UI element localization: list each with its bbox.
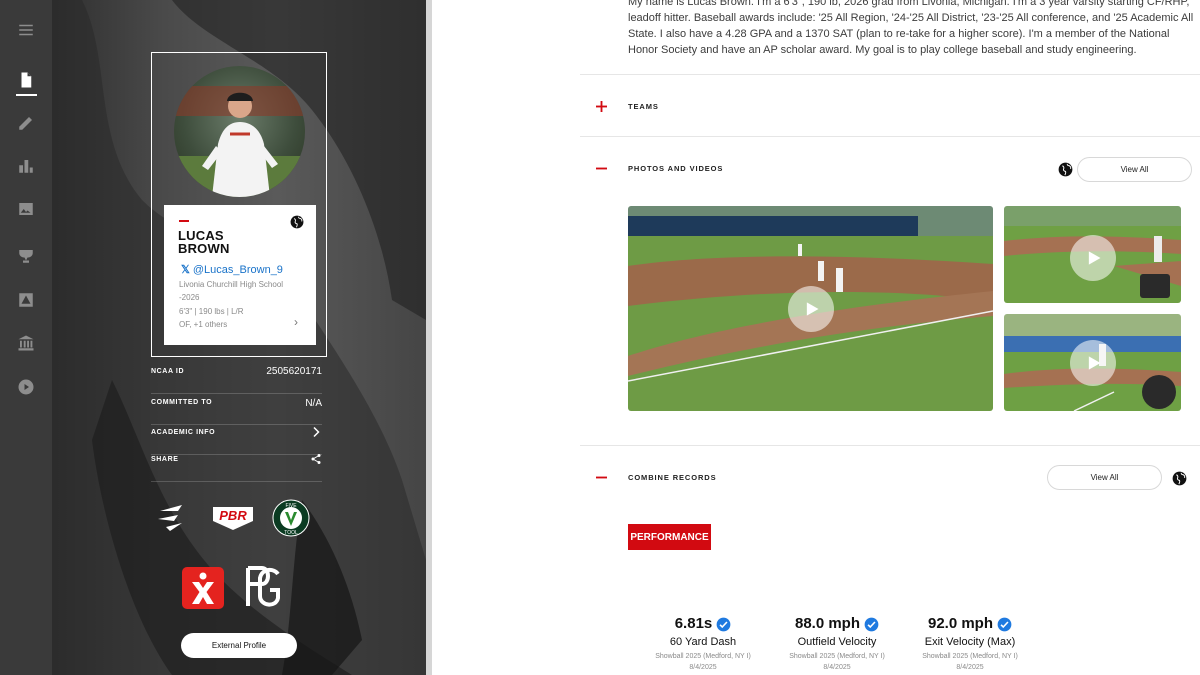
video-thumbnail-2[interactable] [1004, 206, 1181, 303]
video-thumbnail-main[interactable] [628, 206, 993, 411]
academic-info-label: ACADEMIC INFO [151, 429, 216, 436]
ncaa-id-label: NCAA ID [151, 368, 185, 375]
player-name: LUCAS BROWN [178, 228, 230, 256]
committed-to-row: COMMITTED TO N/A [151, 397, 322, 425]
divider [580, 445, 1200, 446]
stat-event: Showball 2025 (Medford, NY I) [922, 653, 1018, 660]
alert-icon[interactable] [14, 288, 38, 312]
five-tool-text-top: FIVE [285, 503, 297, 509]
play-circle-icon[interactable] [14, 375, 38, 399]
active-nav-underline [16, 94, 37, 96]
committed-to-label: COMMITTED TO [151, 399, 213, 406]
photos-videos-section-title[interactable]: PHOTOS AND VIDEOS [628, 164, 723, 173]
stat-value: 92.0 mph [927, 615, 994, 632]
stat-value-wrap: 88.0 mph [795, 614, 879, 634]
main-content: My name is Lucas Brown. I'm a 6'3", 190 … [432, 0, 1200, 675]
stat-value: 88.0 mph [794, 615, 861, 632]
globe-icon[interactable] [290, 215, 304, 229]
collapse-minus-icon[interactable] [596, 163, 607, 174]
committed-to-value: N/A [305, 398, 322, 409]
trophy-icon[interactable] [14, 244, 38, 268]
player-positions: OF, +1 others [179, 320, 228, 329]
share-row[interactable]: SHARE [151, 454, 322, 482]
share-label: SHARE [151, 456, 179, 463]
stat-name: Exit Velocity (Max) [924, 636, 1016, 648]
pbr-logo-text: PBR [219, 508, 247, 523]
page: LUCAS BROWN 𝕏 @Lucas_Brown_9 Livonia Chur… [0, 0, 1200, 675]
player-physical-info: 6'3" | 190 lbs | L/R OF, +1 others [179, 305, 289, 331]
play-icon[interactable] [1070, 340, 1116, 386]
player-school: Livonia Churchill High School -2026 [179, 280, 284, 302]
pg-logo[interactable] [244, 564, 282, 610]
combine-records-section-title[interactable]: COMBINE RECORDS [628, 473, 717, 482]
avatar [174, 66, 305, 197]
verified-check-icon [997, 617, 1012, 631]
stat-event: Showball 2025 (Medford, NY I) [789, 653, 885, 660]
photos-view-all-button[interactable]: View All [1077, 157, 1192, 182]
fl-logo[interactable] [156, 503, 190, 533]
combine-stat-60-yard-dash: 6.81s 60 Yard Dash Showball 2025 (Medfor… [633, 614, 773, 673]
player-bio: My name is Lucas Brown. I'm a 6'3", 190 … [628, 0, 1194, 56]
five-tool-logo[interactable]: FIVE TOOL [272, 499, 310, 537]
stat-event: Showball 2025 (Medford, NY I) [655, 653, 751, 660]
video-thumbnail-3[interactable] [1004, 314, 1181, 411]
play-icon[interactable] [1070, 235, 1116, 281]
profile-card: LUCAS BROWN 𝕏 @Lucas_Brown_9 Livonia Chur… [164, 205, 316, 345]
combine-stat-outfield-velocity: 88.0 mph Outfield Velocity Showball 2025… [767, 614, 907, 673]
bank-icon[interactable] [14, 331, 38, 355]
performance-filter-button[interactable]: PERFORMANCE [628, 524, 711, 550]
stat-date: 8/4/2025 [689, 664, 717, 671]
collapse-minus-icon[interactable] [596, 472, 607, 483]
expand-plus-icon[interactable] [596, 101, 607, 112]
image-icon[interactable] [14, 197, 38, 221]
academic-info-row[interactable]: ACADEMIC INFO [151, 426, 322, 455]
verified-check-icon [716, 617, 731, 631]
chevron-right-icon [313, 426, 320, 438]
twitter-handle: @Lucas_Brown_9 [192, 264, 283, 276]
bar-chart-icon[interactable] [14, 154, 38, 178]
document-icon[interactable] [14, 68, 38, 92]
side-nav [0, 0, 52, 675]
five-tool-text-bottom: TOOL [284, 530, 298, 536]
ncaa-id-row: NCAA ID 2505620171 [151, 366, 322, 394]
stat-name: Outfield Velocity [797, 636, 877, 648]
stat-value-wrap: 92.0 mph [928, 614, 1012, 634]
share-icon [311, 454, 321, 464]
globe-icon[interactable] [1172, 471, 1187, 486]
stat-value-wrap: 6.81s [675, 614, 732, 634]
stat-date: 8/4/2025 [823, 664, 851, 671]
divider [580, 74, 1200, 75]
stat-name: 60 Yard Dash [669, 636, 737, 648]
x-twitter-icon: 𝕏 [181, 264, 190, 276]
player-physical: 6'3" | 190 lbs | L/R [179, 307, 244, 316]
chevron-right-icon[interactable]: › [294, 315, 298, 329]
twitter-link[interactable]: 𝕏 @Lucas_Brown_9 [181, 263, 283, 276]
play-icon[interactable] [788, 286, 834, 332]
stat-date: 8/4/2025 [956, 664, 984, 671]
external-profile-button[interactable]: External Profile [181, 633, 297, 658]
stat-value: 6.81s [674, 615, 713, 632]
pencil-icon[interactable] [14, 111, 38, 135]
x-logo[interactable] [181, 566, 225, 610]
card-accent-dash [179, 220, 189, 222]
teams-section-title[interactable]: TEAMS [628, 102, 659, 111]
combine-view-all-button[interactable]: View All [1047, 465, 1162, 490]
verified-check-icon [864, 617, 879, 631]
divider [580, 136, 1200, 137]
globe-icon[interactable] [1058, 162, 1073, 177]
ncaa-id-value: 2505620171 [266, 366, 322, 377]
hamburger-icon[interactable] [14, 18, 38, 42]
combine-stat-exit-velocity: 92.0 mph Exit Velocity (Max) Showball 20… [900, 614, 1040, 673]
pbr-logo[interactable]: PBR [210, 503, 256, 531]
